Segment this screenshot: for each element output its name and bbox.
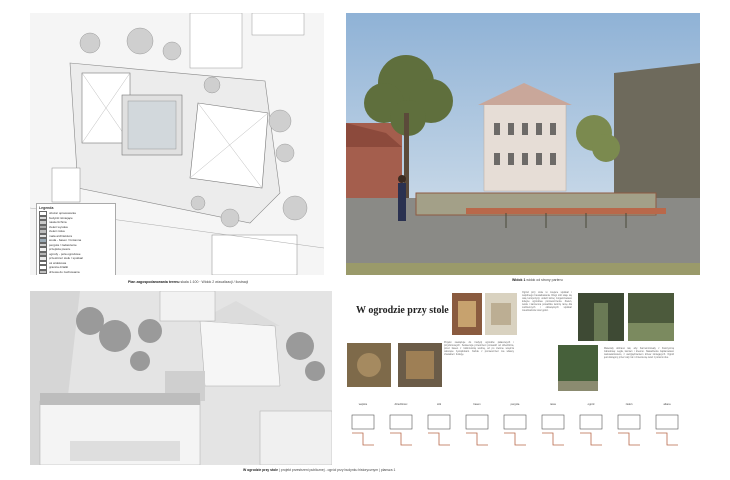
historic-house bbox=[483, 102, 567, 192]
legend-label: zieleń wysoka bbox=[49, 224, 68, 229]
visualization-caption-bold: Widok 1 bbox=[512, 278, 526, 282]
green-wall-photo bbox=[558, 345, 598, 391]
long-table bbox=[466, 208, 666, 214]
legend-swatch bbox=[39, 269, 47, 274]
painting-2 bbox=[398, 343, 442, 387]
legend-item: drzewa do zachowania bbox=[39, 269, 113, 274]
legend-label: pergola / zadaszenie bbox=[49, 242, 77, 247]
aerial-main-building bbox=[199, 320, 281, 387]
footer-text: | projekt przestrzeni publicznej - ogród… bbox=[278, 468, 396, 472]
aerial-view-panel bbox=[30, 291, 332, 465]
legend-label: przestrzeń stołu / spotkań bbox=[49, 256, 84, 261]
site-plan-caption: Plan zagospodarowania terenu skala 1:100… bbox=[128, 280, 248, 284]
garden-visualization bbox=[346, 13, 700, 275]
sequence-diagram bbox=[427, 414, 451, 446]
site-plan-caption-rest: skala 1:100 · Widok 2 wizualizacji / ilu… bbox=[179, 280, 249, 284]
legend-label: budynki istniejące bbox=[49, 215, 73, 220]
legend-label: granica działki bbox=[49, 265, 69, 270]
legend-label: obszar opracowania bbox=[49, 211, 76, 216]
sequence-label: zieleń bbox=[625, 403, 633, 406]
legend-label: ogrody - pola ogrodowe bbox=[49, 251, 81, 256]
hedge-arch-photo bbox=[578, 293, 624, 341]
visualization-panel bbox=[346, 13, 700, 275]
neighbor-building-northeast bbox=[251, 13, 305, 36]
sequence-label: pergola bbox=[510, 403, 520, 406]
description-board: W ogrodzie przy stole Ogród przy stole t… bbox=[342, 285, 702, 465]
site-plan-panel: Legenda obszar opracowania budynki istnie… bbox=[30, 13, 324, 275]
legend-label: przejścia piesze bbox=[49, 247, 71, 252]
sequence-label: ogród bbox=[587, 403, 595, 406]
sequence-diagram bbox=[617, 414, 641, 446]
text-column-middle: Projekt nawiązuje do tradycji ogrodów pa… bbox=[444, 341, 514, 356]
sequence-diagram bbox=[655, 414, 679, 446]
sequence-label: altana bbox=[663, 403, 671, 406]
legend-title: Legenda bbox=[39, 206, 54, 210]
legend-label: oś widokowa bbox=[49, 260, 67, 265]
legend-items: obszar opracowania budynki istniejące nawi… bbox=[39, 211, 113, 274]
sequence-diagram bbox=[579, 414, 603, 446]
legend-label: nawierzchnia bbox=[49, 220, 67, 225]
site-plan-caption-bold: Plan zagospodarowania terenu bbox=[128, 280, 180, 284]
interior-photo bbox=[452, 293, 482, 335]
sequence-label: stół bbox=[436, 403, 442, 406]
person-figure bbox=[398, 183, 406, 221]
building-south bbox=[211, 234, 298, 275]
visualization-caption: Widok 1 widok od strony parteru bbox=[512, 278, 563, 282]
legend-label: zieleń niska bbox=[49, 229, 65, 234]
painting-1 bbox=[347, 343, 391, 387]
sequence-label: dziedziniec bbox=[394, 403, 408, 406]
board-title: W ogrodzie przy stole bbox=[356, 305, 449, 316]
board-footer: W ogrodzie przy stole | projekt przestrz… bbox=[243, 468, 395, 472]
sequence-diagram bbox=[351, 414, 375, 446]
sequence-diagram bbox=[541, 414, 565, 446]
legend-label: drzewa do zachowania bbox=[49, 269, 80, 274]
sequence-diagram bbox=[389, 414, 413, 446]
visualization-caption-rest: widok od strony parteru bbox=[525, 278, 563, 282]
historic-engraving bbox=[485, 293, 517, 335]
pool bbox=[127, 100, 177, 150]
sequence-diagram bbox=[503, 414, 527, 446]
sequence-label: basen bbox=[473, 403, 481, 406]
hedge-garden-photo bbox=[628, 293, 674, 341]
legend: Legenda obszar opracowania budynki istnie… bbox=[36, 203, 116, 275]
neighbor-building-north bbox=[189, 13, 243, 69]
sequence-label: taras bbox=[550, 403, 556, 406]
legend-label: woda - basen / fontanna bbox=[49, 238, 82, 243]
text-column-right: Materiały dobrano tak, aby harmonizowały… bbox=[604, 347, 674, 359]
aerial-drawing bbox=[30, 291, 332, 465]
text-column-top: Ogród przy stole to miejsce spotkań i ws… bbox=[522, 291, 572, 312]
sequence-diagram bbox=[465, 414, 489, 446]
legend-label: mała architektura bbox=[49, 233, 73, 238]
sequence-label: wejście bbox=[358, 403, 368, 406]
building-southwest bbox=[51, 167, 81, 203]
footer-title: W ogrodzie przy stole bbox=[243, 468, 279, 472]
